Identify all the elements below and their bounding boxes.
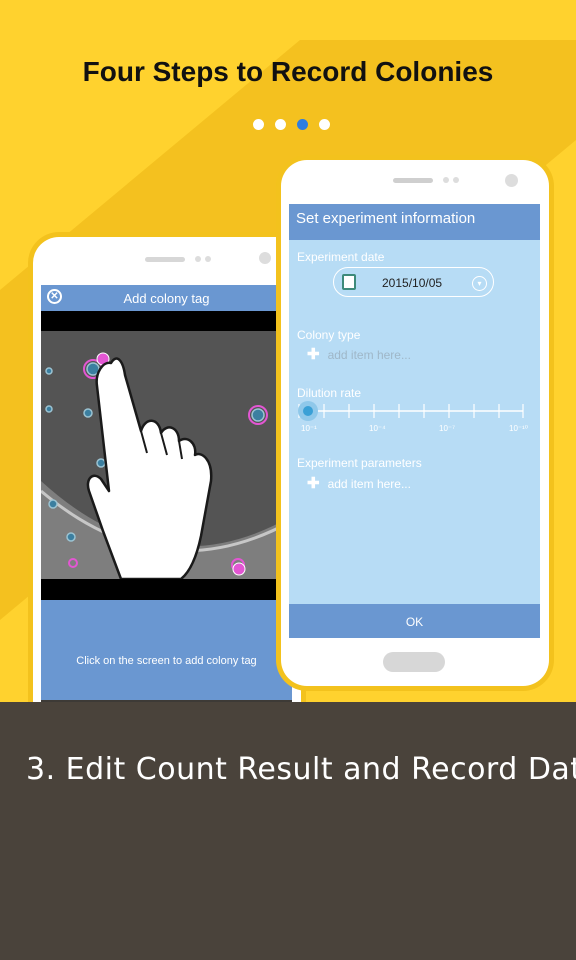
plus-icon: ✚ <box>307 475 320 492</box>
add-colony-tag-toolbar: ✕ Add colony tag ✓ <box>41 285 292 311</box>
add-experiment-parameter[interactable]: ✚ add item here... <box>307 474 411 492</box>
experiment-date-picker[interactable]: 2015/10/05 ▾ <box>333 267 494 297</box>
experiment-date-value: 2015/10/05 <box>382 276 443 290</box>
page-dot[interactable] <box>253 119 264 130</box>
experiment-parameters-label: Experiment parameters <box>297 456 422 470</box>
experiment-parameters-placeholder: add item here... <box>327 477 411 491</box>
speaker-grille <box>145 257 185 262</box>
front-camera <box>505 174 518 187</box>
colony-type-placeholder: add item here... <box>327 348 411 362</box>
page-dot[interactable] <box>275 119 286 130</box>
caption-band <box>0 702 576 960</box>
experiment-info-header: Set experiment information <box>289 204 540 240</box>
ok-button[interactable]: OK <box>289 604 540 638</box>
page-title: Four Steps to Record Colonies <box>82 56 494 87</box>
dilution-tick-label: 10⁻¹ <box>301 424 317 433</box>
experiment-date-label: Experiment date <box>297 250 385 264</box>
sensor-dots <box>443 177 459 183</box>
speaker-grille <box>393 178 433 183</box>
petri-dish-photo[interactable] <box>41 331 292 579</box>
home-button[interactable] <box>383 652 445 672</box>
dilution-rate-slider[interactable] <box>289 398 540 424</box>
toolbar-title: Add colony tag <box>123 291 210 306</box>
front-camera <box>259 252 271 264</box>
dilution-tick-label: 10⁻¹⁰ <box>509 424 528 433</box>
left-phone-screen: ✕ Add colony tag ✓ <box>41 285 292 727</box>
left-phone: ✕ Add colony tag ✓ <box>33 237 301 737</box>
right-phone: Set experiment information Experiment da… <box>281 160 549 686</box>
colony-type-label: Colony type <box>297 328 361 342</box>
add-colony-type[interactable]: ✚ add item here... <box>307 345 411 363</box>
page-indicator <box>253 119 330 130</box>
step-caption: 3. Edit Count Result and Record Data <box>26 752 576 787</box>
chevron-down-icon[interactable]: ▾ <box>472 276 487 291</box>
sensor-dots <box>195 256 211 262</box>
dilution-tick-label: 10⁻⁷ <box>439 424 456 433</box>
add-tag-hint: Click on the screen to add colony tag <box>76 655 257 667</box>
hint-panel: Click on the screen to add colony tag <box>41 600 292 700</box>
dilution-tick-label: 10⁻⁴ <box>369 424 386 433</box>
experiment-info-screen: Set experiment information Experiment da… <box>289 204 540 638</box>
plus-icon: ✚ <box>307 346 320 363</box>
calendar-icon <box>342 274 356 290</box>
page-dot[interactable] <box>319 119 330 130</box>
page-dot-active[interactable] <box>297 119 308 130</box>
